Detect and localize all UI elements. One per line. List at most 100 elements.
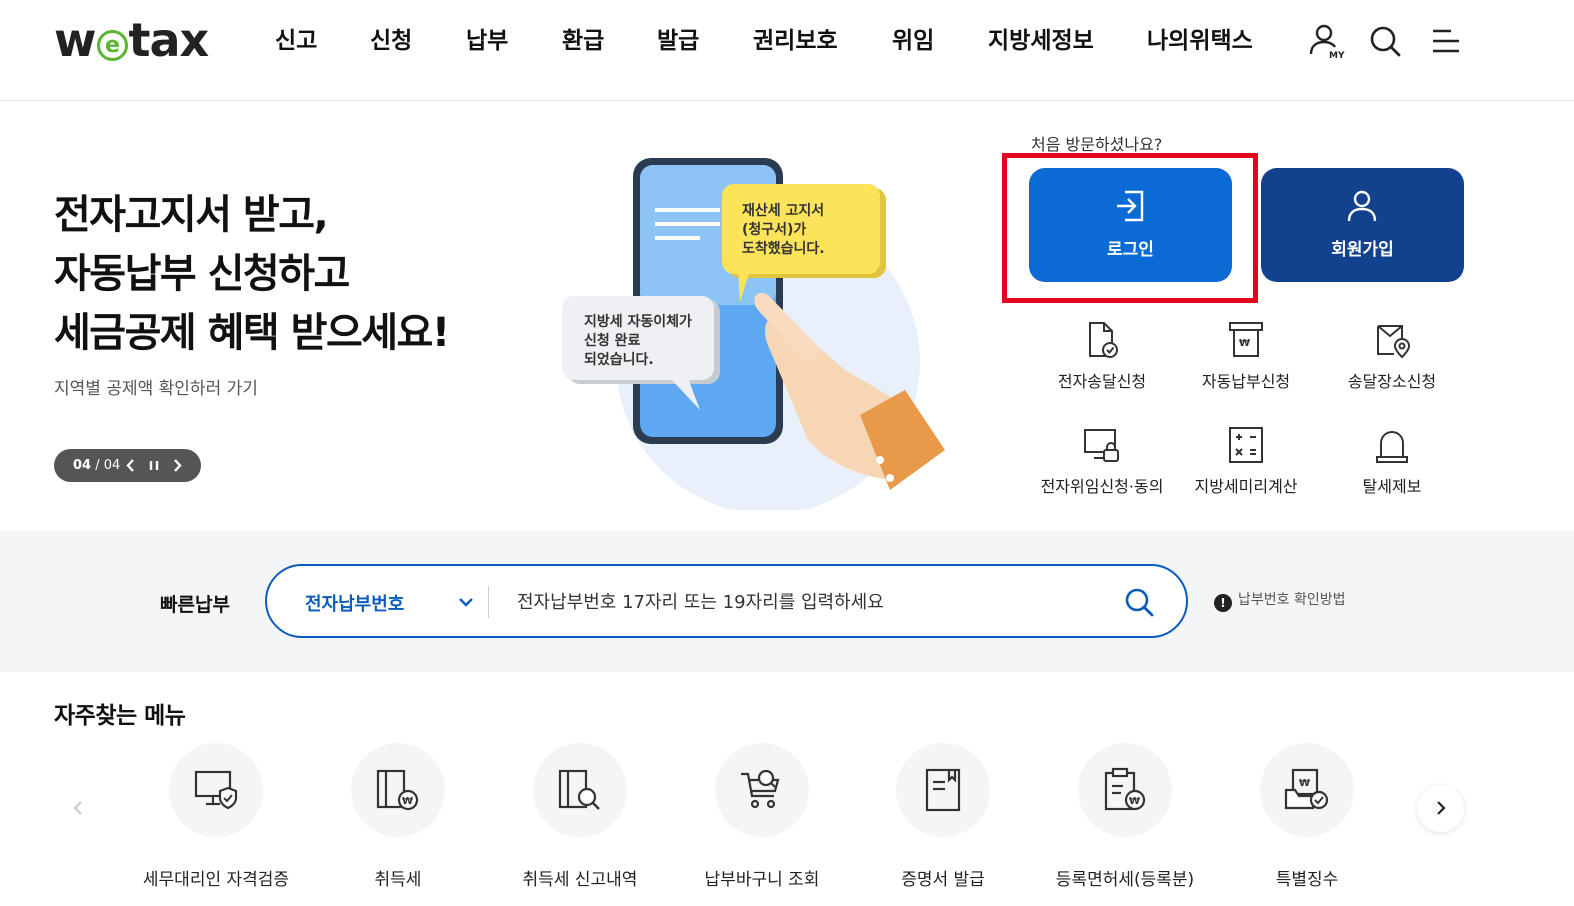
svg-text:₩: ₩ bbox=[1299, 778, 1310, 789]
frequent-item-tax-agent-verify[interactable]: 세무대리인 자격검증 bbox=[116, 743, 316, 890]
join-label: 회원가입 bbox=[1331, 240, 1394, 260]
join-button[interactable]: 회원가입 bbox=[1261, 168, 1464, 282]
login-label: 로그인 bbox=[1107, 240, 1154, 260]
search-icon[interactable] bbox=[1366, 22, 1404, 60]
chevron-down-icon[interactable] bbox=[457, 594, 475, 613]
bubble2-line-1: 지방세 자동이체가 bbox=[584, 314, 692, 330]
nav-item-delegate[interactable]: 위임 bbox=[892, 26, 934, 56]
bubble2-line-3: 되었습니다. bbox=[584, 352, 654, 368]
monitor-lock-icon bbox=[1084, 429, 1119, 462]
frequent-item-label: 세무대리인 자격검증 bbox=[142, 870, 290, 890]
frequent-menu-title: 자주찾는 메뉴 bbox=[54, 703, 186, 729]
nav-item-pay[interactable]: 납부 bbox=[466, 26, 508, 56]
bubble1-line-3: 도착했습니다. bbox=[742, 241, 825, 257]
pager-current: 04 bbox=[73, 458, 92, 473]
logo-text-w: w bbox=[54, 13, 96, 67]
frequent-item-circle bbox=[896, 743, 990, 837]
payment-number-input[interactable] bbox=[517, 586, 1097, 618]
frequent-item-certificate-issue[interactable]: 증명서 발급 bbox=[843, 743, 1043, 890]
quick-label: 자동납부신청 bbox=[1201, 372, 1291, 391]
menu-icon[interactable] bbox=[1427, 22, 1465, 60]
info-icon: ! bbox=[1214, 594, 1232, 612]
search-icon[interactable] bbox=[1122, 585, 1156, 623]
frequent-item-circle bbox=[169, 743, 263, 837]
bubble2-line-2: 신청 완료 bbox=[584, 333, 641, 349]
frequent-item-acquisition-tax[interactable]: ₩ 취득세 bbox=[298, 743, 498, 890]
frequent-item-payment-basket[interactable]: 납부바구니 조회 bbox=[662, 743, 862, 890]
login-button[interactable]: 로그인 bbox=[1029, 168, 1232, 282]
frequent-item-circle: ₩ bbox=[351, 743, 445, 837]
frequent-item-label: 등록면허세(등록분) bbox=[1055, 870, 1195, 890]
frequent-item-label: 납부바구니 조회 bbox=[704, 870, 820, 890]
document-search-icon bbox=[558, 769, 600, 810]
frequent-prev-button[interactable] bbox=[54, 785, 101, 832]
document-check-won-icon: ₩ bbox=[1284, 768, 1329, 810]
quick-electronic-delivery[interactable]: 전자송달신청 bbox=[1027, 320, 1177, 392]
frequent-item-circle bbox=[533, 743, 627, 837]
nav-item-rights[interactable]: 권리보호 bbox=[753, 26, 838, 56]
quick-tax-calculator[interactable]: 지방세미리계산 bbox=[1171, 425, 1321, 497]
login-icon bbox=[1117, 190, 1144, 222]
bubble1-line-2: (청구서)가 bbox=[742, 222, 807, 238]
pause-slide-button[interactable] bbox=[146, 457, 162, 474]
document-won-icon: ₩ bbox=[376, 769, 419, 811]
hero-title: 전자고지서 받고, 자동납부 신청하고 세금공제 혜택 받으세요! bbox=[54, 186, 450, 363]
bubble1-line-1: 재산세 고지서 bbox=[742, 203, 825, 219]
quick-electronic-delegation[interactable]: 전자위임신청·동의 bbox=[1027, 425, 1177, 497]
quick-tax-evasion-report[interactable]: 탈세제보 bbox=[1317, 425, 1467, 497]
frequent-item-label: 취득세 신고내역 bbox=[522, 870, 638, 890]
quick-label: 전자송달신청 bbox=[1057, 372, 1147, 391]
pager-separator: / bbox=[91, 458, 104, 473]
logo-text-tax: tax bbox=[128, 13, 210, 67]
quick-label: 지방세미리계산 bbox=[1194, 477, 1298, 496]
quick-label: 탈세제보 bbox=[1362, 477, 1422, 496]
logo-e-mark: e bbox=[96, 30, 128, 61]
siren-icon bbox=[1376, 431, 1408, 463]
quick-label: 전자위임신청·동의 bbox=[1040, 477, 1164, 496]
nav-item-refund[interactable]: 환급 bbox=[562, 26, 604, 56]
user-icon bbox=[1347, 190, 1377, 222]
quick-pay-label: 빠른납부 bbox=[160, 594, 230, 616]
site-header: w e tax 신고 신청 납부 환급 발급 권리보호 위임 지방세정보 나의위택스… bbox=[0, 0, 1574, 101]
frequent-item-circle: ₩ bbox=[1078, 743, 1172, 837]
cart-search-icon bbox=[741, 769, 780, 809]
bill-icon: ₩ bbox=[1229, 322, 1263, 357]
chevron-left-icon bbox=[73, 801, 82, 815]
frequent-item-circle bbox=[715, 743, 809, 837]
deduction-link[interactable]: 지역별 공제액 확인하러 가기 bbox=[54, 374, 258, 399]
nav-item-apply[interactable]: 신청 bbox=[370, 26, 412, 56]
nav-item-report[interactable]: 신고 bbox=[275, 26, 317, 56]
quick-pay-section: 빠른납부 전자납부번호 ! 납부번호 확인방법 bbox=[0, 531, 1574, 672]
next-slide-button[interactable] bbox=[169, 457, 185, 474]
calculator-icon bbox=[1229, 427, 1263, 463]
document-check-icon bbox=[1089, 322, 1118, 358]
svg-text:₩: ₩ bbox=[402, 796, 413, 807]
my-user-icon[interactable]: MY bbox=[1307, 22, 1345, 61]
frequent-item-acquisition-tax-history[interactable]: 취득세 신고내역 bbox=[480, 743, 680, 890]
frequent-item-special-collection[interactable]: ₩ 특별징수 bbox=[1207, 743, 1407, 890]
payment-number-type-select[interactable]: 전자납부번호 bbox=[305, 590, 404, 616]
hero-title-line-1: 전자고지서 받고, bbox=[54, 192, 329, 238]
frequent-item-circle: ₩ bbox=[1260, 743, 1354, 837]
hero-title-line-3: 세금공제 혜택 받으세요! bbox=[54, 310, 450, 356]
divider bbox=[488, 586, 489, 618]
nav-item-my-wetax[interactable]: 나의위택스 bbox=[1147, 26, 1253, 56]
nav-item-local-tax-info[interactable]: 지방세정보 bbox=[988, 26, 1094, 56]
quick-delivery-place[interactable]: 송달장소신청 bbox=[1317, 320, 1467, 392]
banner-pager: 04 / 04 bbox=[54, 449, 201, 482]
payment-number-help-link[interactable]: ! 납부번호 확인방법 bbox=[1214, 589, 1346, 612]
hero-illustration: 재산세 고지서 (청구서)가 도착했습니다. 지방세 자동이체가 신청 완료 되… bbox=[560, 150, 960, 514]
nav-item-issue[interactable]: 발급 bbox=[657, 26, 699, 56]
prev-slide-button[interactable] bbox=[123, 457, 139, 474]
monitor-shield-icon bbox=[194, 770, 238, 810]
pager-count: 04 / 04 bbox=[73, 458, 120, 473]
frequent-next-button[interactable] bbox=[1417, 785, 1464, 832]
quick-label: 송달장소신청 bbox=[1347, 372, 1437, 391]
envelope-pin-icon bbox=[1377, 325, 1411, 359]
frequent-item-registration-license-tax[interactable]: ₩ 등록면허세(등록분) bbox=[1025, 743, 1225, 890]
svg-text:₩: ₩ bbox=[1239, 338, 1250, 349]
wetax-logo[interactable]: w e tax bbox=[54, 13, 210, 67]
quick-auto-payment[interactable]: ₩ 자동납부신청 bbox=[1171, 320, 1321, 392]
my-badge: MY bbox=[1329, 51, 1345, 60]
pager-total: 04 bbox=[103, 458, 121, 473]
